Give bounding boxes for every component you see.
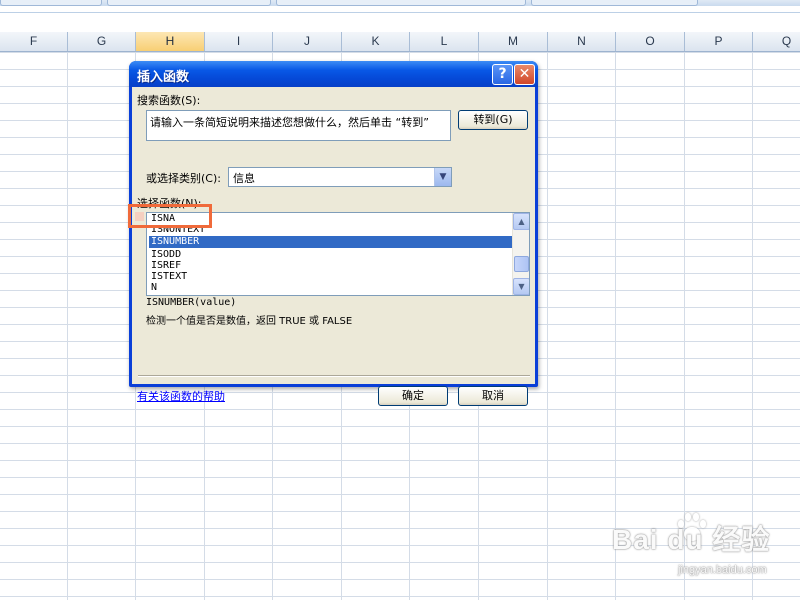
ok-button[interactable]: 确定 <box>378 386 448 406</box>
column-header-p[interactable]: P <box>685 32 753 51</box>
close-icon: ✕ <box>518 66 531 82</box>
function-syntax: ISNUMBER(value) <box>146 297 237 308</box>
grid-column-line <box>67 52 68 600</box>
function-list-item[interactable]: ISNUMBER <box>149 236 513 248</box>
close-button[interactable]: ✕ <box>514 64 535 85</box>
column-header-row: FGHIJKLMNOPQ <box>0 32 800 52</box>
dialog-body: 搜索函数(S): 转到(G) 或选择类别(C): 信息 ▼ 选择函数(N): I… <box>132 87 535 406</box>
scroll-down-icon[interactable]: ▼ <box>513 278 529 295</box>
column-header-j[interactable]: J <box>273 32 342 51</box>
category-select[interactable]: 信息 ▼ <box>228 167 452 187</box>
help-button[interactable]: ? <box>492 64 513 85</box>
function-list-item[interactable]: N <box>149 282 513 294</box>
function-list-scrollbar[interactable]: ▲ ▼ <box>512 213 529 295</box>
grid-row-line <box>0 477 800 478</box>
grid-row-line <box>0 409 800 410</box>
annotation-highlight-box <box>128 204 212 228</box>
baidu-watermark: Bai du 经验 jingyan.baidu.com <box>612 513 772 582</box>
question-mark-icon: ? <box>498 66 507 82</box>
function-description: 检测一个值是否是数值，返回 TRUE 或 FALSE <box>146 316 353 327</box>
search-function-input[interactable] <box>147 113 451 131</box>
grid-row-line <box>0 443 800 444</box>
cancel-button[interactable]: 取消 <box>458 386 528 406</box>
column-header-q[interactable]: Q <box>753 32 800 51</box>
grid-row-line <box>0 596 800 597</box>
grid-column-line <box>547 52 548 600</box>
column-header-l[interactable]: L <box>410 32 479 51</box>
grid-row-line <box>0 494 800 495</box>
chevron-down-icon[interactable]: ▼ <box>434 168 451 186</box>
search-function-box[interactable] <box>146 110 451 141</box>
watermark-brand: Bai du 经验 <box>612 524 771 555</box>
category-label: 或选择类别(C): <box>146 172 221 185</box>
column-header-k[interactable]: K <box>342 32 410 51</box>
formula-bar-area <box>0 6 800 33</box>
grid-row-line <box>0 426 800 427</box>
dialog-title-bar[interactable]: 插入函数 ? ✕ <box>129 61 538 87</box>
go-button[interactable]: 转到(G) <box>458 110 528 130</box>
dialog-title: 插入函数 <box>137 70 190 85</box>
annotation-marker <box>135 212 144 221</box>
dialog-divider <box>138 375 530 377</box>
column-header-o[interactable]: O <box>616 32 685 51</box>
column-header-g[interactable]: G <box>68 32 136 51</box>
search-function-label: 搜索函数(S): <box>137 94 201 107</box>
column-header-i[interactable]: I <box>205 32 273 51</box>
column-header-f[interactable]: F <box>0 32 68 51</box>
column-header-m[interactable]: M <box>479 32 548 51</box>
grid-row-line <box>0 52 800 53</box>
column-header-h[interactable]: H <box>136 32 205 51</box>
category-value: 信息 <box>233 172 255 185</box>
grid-row-line <box>0 460 800 461</box>
formula-bar-divider <box>0 12 800 13</box>
scroll-thumb[interactable] <box>514 256 529 272</box>
scroll-up-icon[interactable]: ▲ <box>513 213 529 230</box>
watermark-url: jingyan.baidu.com <box>678 564 767 576</box>
function-help-link[interactable]: 有关该函数的帮助 <box>137 388 225 404</box>
column-header-n[interactable]: N <box>548 32 616 51</box>
